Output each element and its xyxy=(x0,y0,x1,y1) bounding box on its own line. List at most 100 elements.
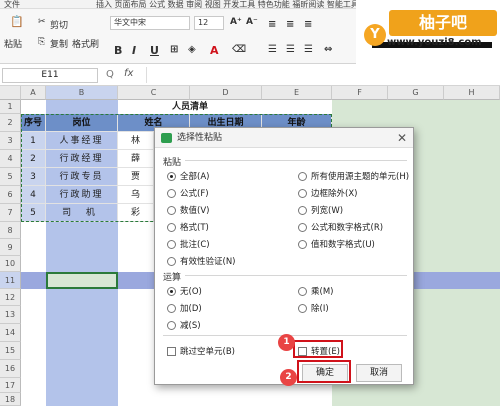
zoom-icon[interactable]: Q xyxy=(106,69,114,80)
active-cell[interactable] xyxy=(46,272,118,289)
cut-button[interactable]: 剪切 xyxy=(50,18,68,31)
row-header[interactable]: 8 xyxy=(0,222,21,239)
font-name-select[interactable]: 华文中宋 xyxy=(110,16,190,30)
option-label: 公式和数字格式(R) xyxy=(311,223,384,233)
ok-highlight xyxy=(297,360,351,383)
grow-font-button[interactable]: A⁺ xyxy=(230,17,242,27)
fx-button[interactable]: fx xyxy=(124,68,133,79)
name-box[interactable]: E11 xyxy=(2,68,98,83)
radio-op-divide[interactable]: 除(I) xyxy=(298,302,329,314)
brand-logo-icon: Y xyxy=(364,24,386,46)
radio-paste-comments[interactable]: 批注(C) xyxy=(167,238,210,250)
align-middle-icon[interactable]: ≡ xyxy=(286,19,294,30)
copy-button[interactable]: 复制 xyxy=(50,37,68,50)
row-header[interactable]: 12 xyxy=(0,289,21,306)
step-badge: 1 xyxy=(278,334,295,351)
row-header[interactable]: 16 xyxy=(0,360,21,378)
col-header-f[interactable]: F xyxy=(332,86,388,100)
col-header-a[interactable]: A xyxy=(21,86,46,100)
border-icon[interactable]: ⊞ xyxy=(170,44,178,55)
radio-paste-formats[interactable]: 格式(T) xyxy=(167,221,209,233)
radio-paste-validation[interactable]: 有效性验证(N) xyxy=(167,255,236,267)
col-header-e[interactable]: E xyxy=(262,86,332,100)
row-header[interactable]: 1 xyxy=(0,100,21,114)
radio-paste-formulas-numbers[interactable]: 公式和数字格式(R) xyxy=(298,221,383,233)
menu-file[interactable]: 文件 xyxy=(4,0,20,9)
cut-icon[interactable]: ✂ xyxy=(38,17,46,27)
radio-icon xyxy=(167,188,176,198)
align-left-icon[interactable]: ☰ xyxy=(268,44,277,55)
row-header[interactable]: 18 xyxy=(0,393,21,406)
row-header[interactable]: 11 xyxy=(0,272,21,289)
row-header[interactable]: 3 xyxy=(0,132,21,150)
fill-color-icon[interactable]: ◈ xyxy=(188,44,196,55)
close-icon[interactable]: ✕ xyxy=(397,131,407,145)
cancel-button[interactable]: 取消 xyxy=(356,364,402,382)
align-center-icon[interactable]: ☰ xyxy=(286,44,295,55)
option-label: 减(S) xyxy=(180,321,201,331)
option-label: 数值(V) xyxy=(180,206,210,216)
option-label: 列宽(W) xyxy=(311,206,344,216)
option-label: 批注(C) xyxy=(180,240,210,250)
row-header[interactable]: 15 xyxy=(0,342,21,360)
radio-op-add[interactable]: 加(D) xyxy=(167,302,202,314)
row-header[interactable]: 2 xyxy=(0,114,21,132)
radio-paste-values[interactable]: 数值(V) xyxy=(167,204,209,216)
table-title[interactable]: 人员清单 xyxy=(118,100,262,114)
align-right-icon[interactable]: ☰ xyxy=(304,44,313,55)
radio-selected-icon xyxy=(167,286,176,296)
row-header[interactable]: 5 xyxy=(0,168,21,186)
row-header[interactable]: 4 xyxy=(0,150,21,168)
shrink-font-button[interactable]: A⁻ xyxy=(246,17,258,27)
radio-icon xyxy=(167,239,176,249)
row-header[interactable]: 9 xyxy=(0,239,21,256)
row-header[interactable]: 13 xyxy=(0,306,21,324)
radio-paste-formulas[interactable]: 公式(F) xyxy=(167,187,209,199)
radio-icon xyxy=(298,239,307,249)
radio-paste-source-theme[interactable]: 所有使用源主题的单元(H) xyxy=(298,170,409,182)
radio-icon xyxy=(167,205,176,215)
clear-format-icon[interactable]: ⌫ xyxy=(232,44,246,55)
radio-op-multiply[interactable]: 乘(M) xyxy=(298,285,333,297)
checkbox-skip-blanks[interactable]: 跳过空单元(B) xyxy=(167,345,235,357)
underline-button[interactable]: U xyxy=(150,44,159,57)
row-header[interactable]: 7 xyxy=(0,204,21,222)
radio-paste-all[interactable]: 全部(A) xyxy=(167,170,209,182)
paste-icon[interactable]: 📋 xyxy=(10,15,24,28)
option-label: 加(D) xyxy=(180,304,202,314)
app-icon xyxy=(161,133,172,143)
col-header-b[interactable]: B xyxy=(46,86,118,100)
align-top-icon[interactable]: ≡ xyxy=(268,19,276,30)
formula-input[interactable] xyxy=(146,67,498,83)
radio-icon xyxy=(298,188,307,198)
align-bottom-icon[interactable]: ≡ xyxy=(304,19,312,30)
copy-icon[interactable]: ⎘ xyxy=(38,37,45,47)
col-header-c[interactable]: C xyxy=(118,86,190,100)
font-color-button[interactable]: A xyxy=(210,44,219,57)
radio-paste-values-numbers[interactable]: 值和数字格式(U) xyxy=(298,238,375,250)
radio-op-subtract[interactable]: 减(S) xyxy=(167,319,201,331)
row-header[interactable]: 14 xyxy=(0,324,21,342)
bold-button[interactable]: B xyxy=(114,44,122,57)
col-header-g[interactable]: G xyxy=(388,86,444,100)
italic-button[interactable]: I xyxy=(132,44,136,57)
row-header[interactable]: 17 xyxy=(0,378,21,393)
format-painter-button[interactable]: 格式刷 xyxy=(72,37,99,50)
merge-center-icon[interactable]: ⇔ xyxy=(324,44,332,55)
menu-tabs[interactable]: 插入 页面布局 公式 数据 审阅 视图 开发工具 特色功能 福昕阅读 智能工具箱 xyxy=(96,0,367,9)
checkbox-icon xyxy=(167,346,176,356)
col-header-h[interactable]: H xyxy=(444,86,500,100)
font-size-select[interactable]: 12 xyxy=(194,16,224,30)
radio-paste-except-borders[interactable]: 边框除外(X) xyxy=(298,187,357,199)
section-divider xyxy=(185,275,407,276)
radio-icon xyxy=(298,222,307,232)
option-label: 所有使用源主题的单元(H) xyxy=(311,172,410,182)
col-header-d[interactable]: D xyxy=(190,86,262,100)
row-header[interactable]: 6 xyxy=(0,186,21,204)
paste-section-label: 粘贴 xyxy=(163,158,182,168)
radio-paste-column-widths[interactable]: 列宽(W) xyxy=(298,204,343,216)
corner-select-all[interactable] xyxy=(0,86,21,100)
paste-button[interactable]: 粘贴 xyxy=(4,37,22,50)
radio-op-none[interactable]: 无(O) xyxy=(167,285,202,297)
row-header[interactable]: 10 xyxy=(0,256,21,272)
